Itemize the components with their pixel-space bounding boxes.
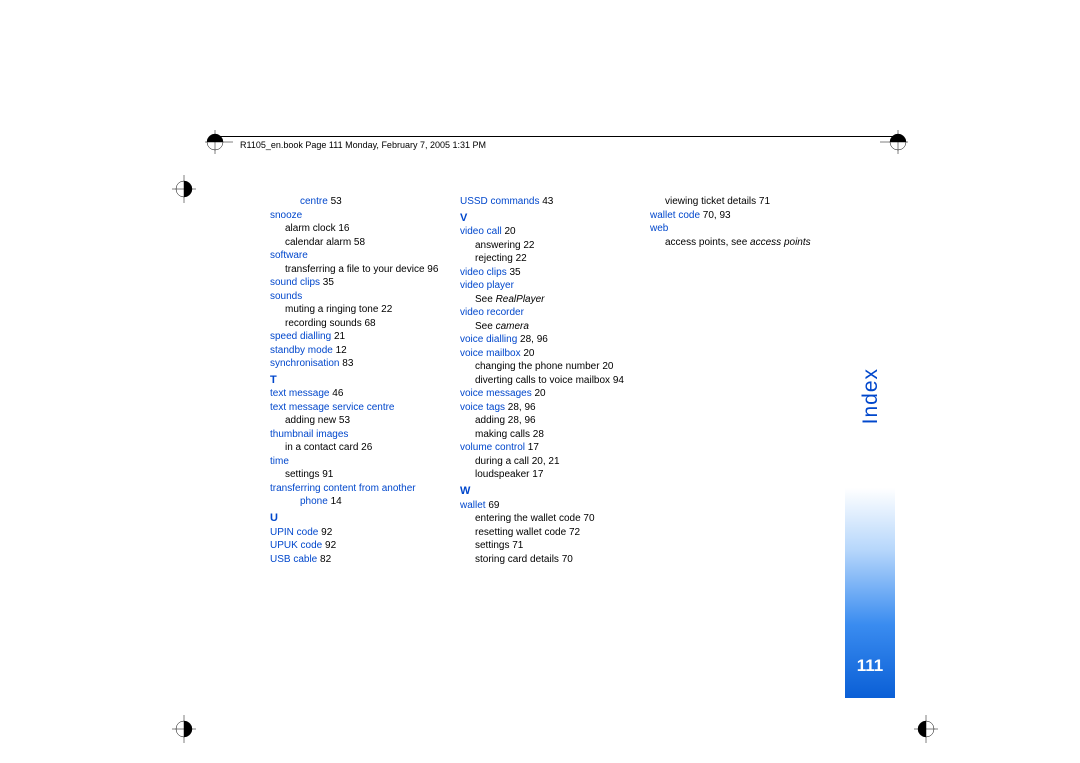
- index-entry: loudspeaker 17: [460, 468, 660, 482]
- index-entry: voice dialling 28, 96: [460, 333, 660, 347]
- index-entry: during a call 20, 21: [460, 455, 660, 469]
- index-column-2: USSD commands 43 Vvideo call 20answering …: [460, 195, 660, 566]
- index-column-1: centre 53snoozealarm clock 16calendar al…: [270, 195, 470, 566]
- index-entry: changing the phone number 20: [460, 360, 660, 374]
- crop-mark-icon: [880, 128, 908, 156]
- crop-mark-icon: [170, 175, 198, 203]
- index-entry: access points, see access points: [650, 236, 870, 250]
- index-entry: video player: [460, 279, 660, 293]
- side-tab-label: Index: [859, 368, 883, 424]
- page-number: 111: [845, 656, 895, 676]
- index-entry: storing card details 70: [460, 553, 660, 567]
- index-entry: answering 22: [460, 239, 660, 253]
- index-entry: wallet code 70, 93: [650, 209, 870, 223]
- index-entry: video clips 35: [460, 266, 660, 280]
- index-entry: USSD commands 43: [460, 195, 660, 209]
- index-entry: diverting calls to voice mailbox 94: [460, 374, 660, 388]
- index-entry: USB cable 82: [270, 553, 470, 567]
- index-entry: recording sounds 68: [270, 317, 470, 331]
- index-entry: centre 53: [270, 195, 470, 209]
- index-entry: T: [270, 373, 470, 388]
- index-entry: UPIN code 92: [270, 526, 470, 540]
- index-entry: adding new 53: [270, 414, 470, 428]
- index-entry: volume control 17: [460, 441, 660, 455]
- index-entry: snooze: [270, 209, 470, 223]
- index-entry: alarm clock 16: [270, 222, 470, 236]
- index-entry: V: [460, 211, 660, 226]
- index-entry: text message service centre: [270, 401, 470, 415]
- page-header: R1105_en.book Page 111 Monday, February …: [240, 140, 486, 150]
- index-entry: synchronisation 83: [270, 357, 470, 371]
- index-entry: calendar alarm 58: [270, 236, 470, 250]
- side-tab-gradient: 111: [845, 488, 895, 698]
- index-entry: U: [270, 511, 470, 526]
- index-entry: software: [270, 249, 470, 263]
- index-entry: resetting wallet code 72: [460, 526, 660, 540]
- index-entry: voice mailbox 20: [460, 347, 660, 361]
- index-entry: thumbnail images: [270, 428, 470, 442]
- crop-mark-icon: [205, 128, 233, 156]
- index-entry: settings 91: [270, 468, 470, 482]
- index-entry: video recorder: [460, 306, 660, 320]
- index-entry: See RealPlayer: [460, 293, 660, 307]
- index-entry: sounds: [270, 290, 470, 304]
- index-entry: muting a ringing tone 22: [270, 303, 470, 317]
- index-entry: UPUK code 92: [270, 539, 470, 553]
- index-entry: making calls 28: [460, 428, 660, 442]
- index-entry: See camera: [460, 320, 660, 334]
- crop-mark-icon: [912, 715, 940, 743]
- index-entry: in a contact card 26: [270, 441, 470, 455]
- index-entry: sound clips 35: [270, 276, 470, 290]
- index-entry: time: [270, 455, 470, 469]
- index-entry: phone 14: [270, 495, 470, 509]
- index-column-3: viewing ticket details 71wallet code 70,…: [650, 195, 870, 249]
- index-entry: text message 46: [270, 387, 470, 401]
- index-entry: transferring a file to your device 96: [270, 263, 470, 277]
- index-entry: W: [460, 484, 660, 499]
- index-entry: standby mode 12: [270, 344, 470, 358]
- index-entry: transferring content from another: [270, 482, 470, 496]
- side-tab: Index 111: [845, 368, 895, 698]
- index-entry: settings 71: [460, 539, 660, 553]
- index-entry: web: [650, 222, 870, 236]
- index-entry: adding 28, 96: [460, 414, 660, 428]
- header-rule: [210, 136, 900, 137]
- index-entry: voice messages 20: [460, 387, 660, 401]
- index-entry: entering the wallet code 70: [460, 512, 660, 526]
- index-entry: wallet 69: [460, 499, 660, 513]
- index-entry: viewing ticket details 71: [650, 195, 870, 209]
- index-entry: video call 20: [460, 225, 660, 239]
- crop-mark-icon: [170, 715, 198, 743]
- index-entry: speed dialling 21: [270, 330, 470, 344]
- index-entry: rejecting 22: [460, 252, 660, 266]
- index-entry: voice tags 28, 96: [460, 401, 660, 415]
